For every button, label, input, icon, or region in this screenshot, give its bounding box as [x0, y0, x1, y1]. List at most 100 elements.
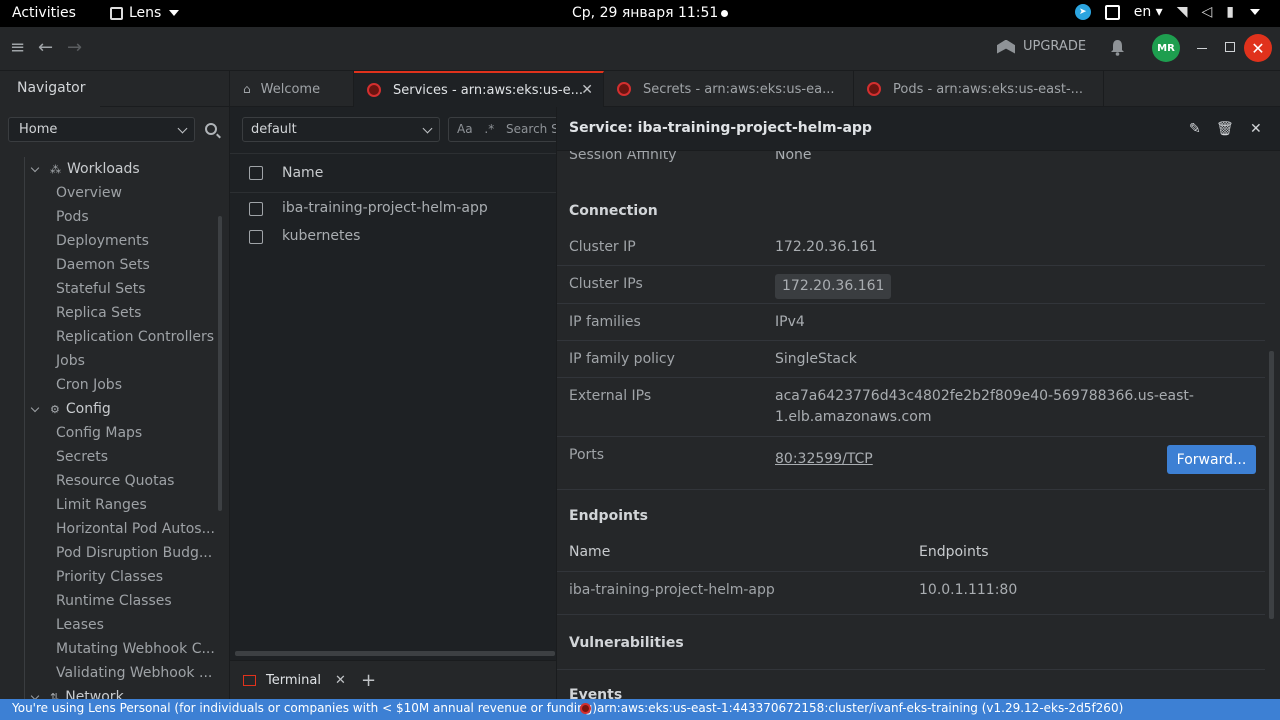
- sidebar-group-workloads[interactable]: ⁂ Workloads: [1, 157, 216, 181]
- volume-icon[interactable]: ◁: [1202, 4, 1213, 20]
- table-row: iba-training-project-helm-app 10.0.1.111…: [557, 572, 1265, 615]
- system-tray: ➤ en ▾ ◥ ◁ ▮: [1074, 4, 1260, 20]
- divider: [100, 106, 230, 107]
- sidebar-item-priority-classes[interactable]: Priority Classes: [1, 565, 216, 589]
- cluster-icon: [867, 82, 881, 96]
- sidebar-scrollbar[interactable]: [218, 216, 222, 511]
- sidebar-item-stateful-sets[interactable]: Stateful Sets: [1, 277, 216, 301]
- upgrade-icon: [997, 39, 1015, 54]
- sidebar-item-overview[interactable]: Overview: [1, 181, 216, 205]
- tab-services[interactable]: Services - arn:aws:eks:us-e... ✕: [354, 71, 604, 107]
- trash-icon[interactable]: 🗑: [1216, 121, 1234, 137]
- activities-button[interactable]: Activities: [12, 5, 76, 21]
- system-menu-caret-icon[interactable]: [1250, 9, 1260, 15]
- close-icon[interactable]: ✕: [335, 673, 346, 688]
- table-row[interactable]: iba-training-project-helm-app: [230, 195, 556, 223]
- endpoint-name: iba-training-project-helm-app: [569, 582, 775, 598]
- active-cluster-indicator[interactable]: arn:aws:eks:us-east-1:443370672158:clust…: [580, 701, 1123, 715]
- detail-row-ip-families: IP families IPv4: [557, 304, 1265, 341]
- app-menu[interactable]: Lens: [110, 5, 180, 21]
- row-name: kubernetes: [282, 228, 361, 244]
- sidebar-item-mutating-webhooks[interactable]: Mutating Webhook C...: [1, 637, 216, 661]
- sidebar-item-config-maps[interactable]: Config Maps: [1, 421, 216, 445]
- home-icon: ⌂: [243, 82, 251, 96]
- wifi-icon[interactable]: ◥: [1177, 4, 1188, 20]
- maximize-icon[interactable]: [1225, 42, 1235, 52]
- tab-welcome[interactable]: ⌂ Welcome: [230, 71, 354, 107]
- section-title-events: Events: [569, 687, 623, 699]
- cluster-ip-chip: 172.20.36.161: [775, 274, 892, 299]
- row-checkbox[interactable]: [249, 202, 263, 216]
- minimize-icon[interactable]: [1197, 48, 1207, 49]
- edit-icon[interactable]: ✎: [1189, 121, 1201, 137]
- sidebar-item-replica-sets[interactable]: Replica Sets: [1, 301, 216, 325]
- avatar[interactable]: MR: [1152, 34, 1180, 62]
- detail-value: 172.20.36.161: [775, 239, 878, 255]
- search-icon[interactable]: [205, 123, 217, 135]
- system-clock[interactable]: Ср, 29 января 11:51: [572, 5, 718, 21]
- namespace-select[interactable]: default: [242, 117, 440, 142]
- endpoints-table-header: Name Endpoints: [557, 534, 1265, 572]
- match-case-icon[interactable]: Aa: [457, 122, 473, 136]
- screenshot-tray-icon[interactable]: [1104, 4, 1120, 20]
- battery-icon[interactable]: ▮: [1226, 4, 1234, 20]
- detail-row-cluster-ip: Cluster IP 172.20.36.161: [557, 229, 1265, 266]
- sidebar-item-jobs[interactable]: Jobs: [1, 349, 216, 373]
- table-row[interactable]: kubernetes: [230, 223, 556, 251]
- sidebar-item-hpa[interactable]: Horizontal Pod Autos...: [1, 517, 216, 541]
- terminal-tab[interactable]: Terminal ✕: [230, 661, 350, 700]
- sidebar-group-config[interactable]: ⚙ Config: [1, 397, 216, 421]
- bell-icon[interactable]: [1110, 39, 1125, 56]
- language-label: en: [1133, 4, 1152, 20]
- navigation-tree: ⁂ Workloads Overview Pods Deployments Da…: [0, 157, 216, 699]
- sidebar-item-daemon-sets[interactable]: Daemon Sets: [1, 253, 216, 277]
- sidebar-group-network[interactable]: ⇅ Network: [1, 685, 216, 699]
- catalog-selector[interactable]: Home: [8, 117, 195, 142]
- select-all-checkbox[interactable]: [249, 166, 263, 180]
- telegram-icon[interactable]: ➤: [1074, 4, 1091, 20]
- sidebar-item-runtime-classes[interactable]: Runtime Classes: [1, 589, 216, 613]
- terminal-icon: [243, 675, 256, 686]
- detail-label: Ports: [569, 447, 605, 463]
- row-name: iba-training-project-helm-app: [282, 200, 488, 216]
- tab-pods[interactable]: Pods - arn:aws:eks:us-east-...: [854, 71, 1104, 107]
- sidebar-item-resource-quotas[interactable]: Resource Quotas: [1, 469, 216, 493]
- row-checkbox[interactable]: [249, 230, 263, 244]
- sidebar-item-validating-webhooks[interactable]: Validating Webhook ...: [1, 661, 216, 685]
- sidebar-item-pdb[interactable]: Pod Disruption Budg...: [1, 541, 216, 565]
- port-link[interactable]: 80:32599/TCP: [775, 449, 873, 470]
- sidebar-item-leases[interactable]: Leases: [1, 613, 216, 637]
- sidebar-item-secrets[interactable]: Secrets: [1, 445, 216, 469]
- sidebar-item-replication-controllers[interactable]: Replication Controllers: [1, 325, 216, 349]
- detail-row-cluster-ips: Cluster IPs 172.20.36.161: [557, 266, 1265, 304]
- close-icon[interactable]: ✕: [581, 82, 593, 98]
- horizontal-scrollbar[interactable]: [235, 651, 555, 656]
- regex-icon[interactable]: .*: [484, 122, 494, 136]
- section-title-connection: Connection: [569, 203, 658, 219]
- back-arrow-icon[interactable]: ←: [38, 37, 53, 58]
- close-icon[interactable]: ✕: [1250, 121, 1262, 137]
- sidebar-item-pods[interactable]: Pods: [1, 205, 216, 229]
- sidebar-group-label: Config: [65, 401, 111, 417]
- forward-arrow-icon[interactable]: →: [67, 37, 82, 58]
- close-window-icon[interactable]: ✕: [1244, 34, 1272, 62]
- column-header-name[interactable]: Name: [282, 165, 323, 181]
- section-title-endpoints: Endpoints: [569, 508, 648, 524]
- upgrade-button[interactable]: UPGRADE: [997, 39, 1086, 54]
- drawer-scrollbar[interactable]: [1269, 351, 1274, 619]
- language-indicator[interactable]: en ▾: [1134, 4, 1163, 20]
- network-icon: ⇅: [50, 690, 60, 700]
- sidebar-group-label: Workloads: [67, 161, 140, 177]
- chevron-down-icon: [177, 123, 188, 134]
- detail-value: IPv4: [775, 314, 805, 330]
- sidebar-item-cron-jobs[interactable]: Cron Jobs: [1, 373, 216, 397]
- search-input[interactable]: Aa .* Search S: [448, 117, 568, 142]
- sidebar-item-limit-ranges[interactable]: Limit Ranges: [1, 493, 216, 517]
- sidebar-group-label: Network: [65, 689, 124, 699]
- add-icon[interactable]: +: [361, 670, 376, 691]
- hamburger-menu-icon[interactable]: ≡: [10, 37, 25, 58]
- service-details-drawer: Service: iba-training-project-helm-app ✎…: [556, 107, 1280, 699]
- forward-button[interactable]: Forward...: [1167, 445, 1256, 474]
- sidebar-item-deployments[interactable]: Deployments: [1, 229, 216, 253]
- tab-secrets[interactable]: Secrets - arn:aws:eks:us-ea...: [604, 71, 854, 107]
